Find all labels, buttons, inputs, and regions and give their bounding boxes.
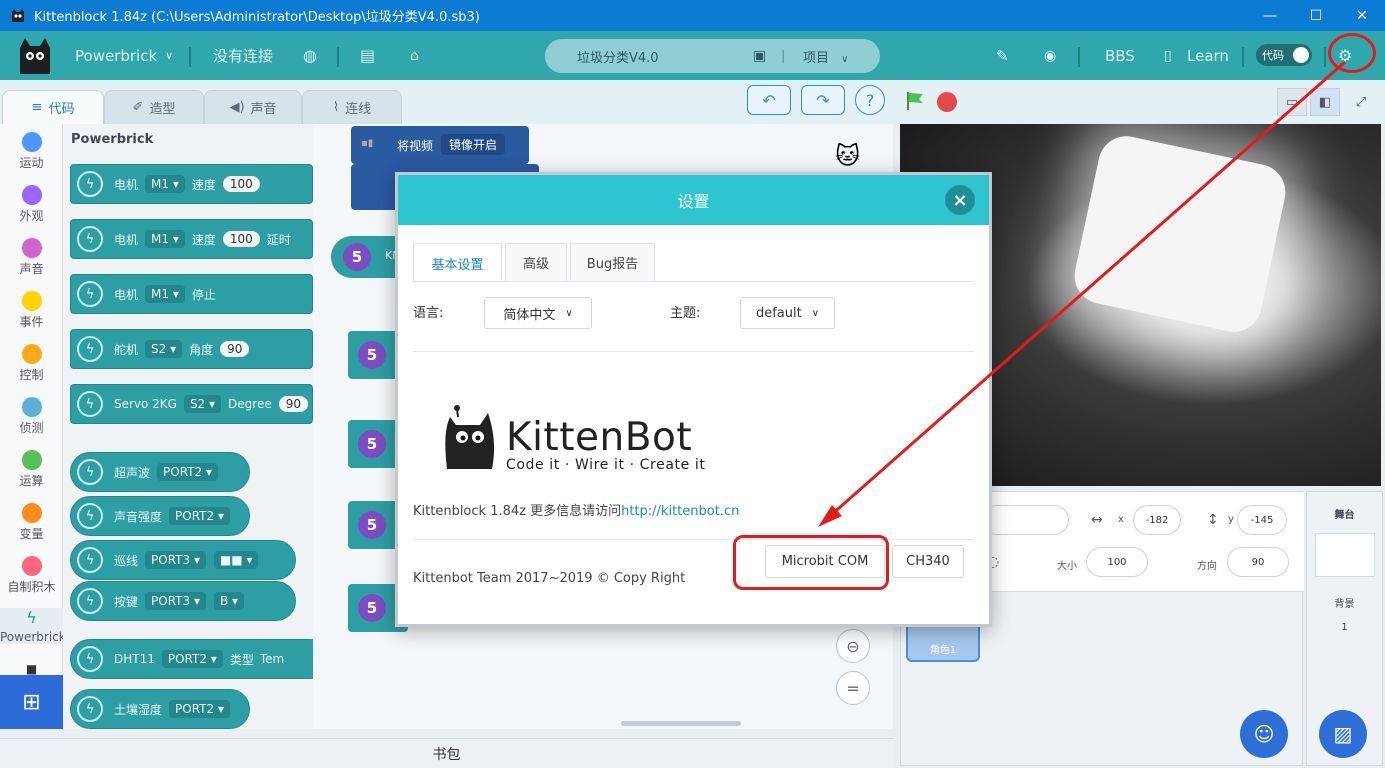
language-label: 语言: — [413, 306, 444, 321]
annotation-box — [733, 535, 889, 590]
tab-divider — [413, 281, 974, 282]
copyright-text: Kittenbot Team 2017~2019 © Copy Right — [413, 571, 686, 586]
ch340-button[interactable]: CH340 — [892, 545, 964, 578]
tab-advanced[interactable]: 高级 — [505, 243, 567, 281]
kittenbot-tagline: Code it · Wire it · Create it — [506, 457, 706, 473]
divider — [413, 351, 974, 352]
dialog-title: 设置 — [677, 192, 710, 211]
annotation-circle — [1328, 33, 1376, 73]
dialog-header: 设置 × — [398, 175, 989, 225]
settings-dialog: 设置 × 基本设置 高级 Bug报告 语言: 简体中文 ∨ 主题: defaul… — [395, 172, 992, 627]
chevron-down-icon: ∨ — [811, 307, 820, 319]
theme-select[interactable]: default ∨ — [740, 297, 835, 329]
kittenbot-cat-logo-icon — [445, 405, 495, 469]
theme-label: 主题: — [670, 306, 701, 321]
theme-value: default — [755, 305, 802, 321]
tab-bug-report[interactable]: Bug报告 — [570, 243, 655, 281]
tab-basic-settings[interactable]: 基本设置 — [413, 243, 502, 282]
about-text: Kittenblock 1.84z 更多信息请访问 — [413, 504, 622, 519]
about-info: Kittenblock 1.84z 更多信息请访问http://kittenbo… — [413, 500, 739, 519]
chevron-down-icon: ∨ — [565, 307, 573, 319]
kittenbot-wordmark: KittenBot — [506, 415, 693, 460]
close-icon: × — [952, 189, 968, 211]
website-link[interactable]: http://kittenbot.cn — [621, 504, 739, 519]
language-value: 简体中文 — [503, 307, 556, 323]
language-select[interactable]: 简体中文 ∨ — [484, 297, 592, 329]
divider — [413, 539, 974, 540]
close-dialog-button[interactable]: × — [945, 185, 975, 215]
